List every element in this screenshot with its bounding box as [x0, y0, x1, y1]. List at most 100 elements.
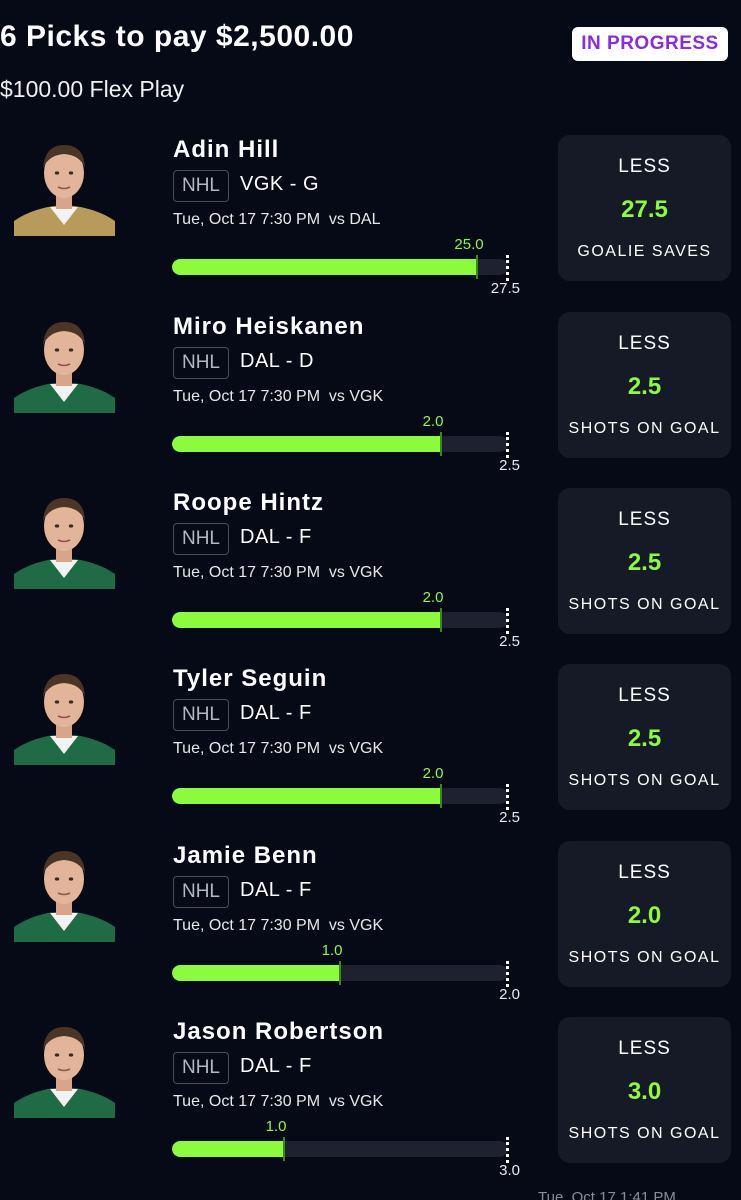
player-avatar	[14, 841, 115, 942]
pick-card[interactable]: LESS 2.5 SHOTS ON GOAL	[558, 312, 731, 458]
progress-fill	[172, 788, 441, 804]
pick-row[interactable]: Adin Hill NHL VGK - G Tue, Oct 17 7:30 P…	[0, 135, 741, 311]
current-value: 2.0	[422, 413, 444, 430]
progress-fill	[172, 965, 340, 981]
league-badge: NHL	[173, 1052, 229, 1084]
player-headshot-icon	[14, 841, 115, 942]
pick-line: 2.0	[627, 902, 662, 929]
status-badge: IN PROGRESS	[572, 27, 728, 61]
pick-stat: SHOTS ON GOAL	[568, 772, 721, 789]
team-position: VGK - G	[240, 173, 320, 195]
team-position: DAL - F	[240, 702, 312, 724]
team-position: DAL - F	[240, 526, 312, 548]
league-badge: NHL	[173, 523, 229, 555]
pick-direction: LESS	[618, 862, 671, 883]
current-value: 1.0	[321, 942, 343, 959]
player-headshot-icon	[14, 664, 115, 765]
player-name: Miro Heiskanen	[173, 313, 365, 340]
pick-stat: SHOTS ON GOAL	[568, 949, 721, 966]
pick-card[interactable]: LESS 2.5 SHOTS ON GOAL	[558, 664, 731, 810]
progress-track	[172, 788, 508, 804]
progress-marker	[440, 784, 442, 808]
progress-track	[172, 259, 508, 275]
pick-stat: SHOTS ON GOAL	[568, 596, 721, 613]
progress-fill	[172, 436, 441, 452]
current-value: 2.0	[422, 589, 444, 606]
game-time: Tue, Oct 17 7:30 PM vs DAL	[173, 211, 381, 228]
pick-direction: LESS	[618, 685, 671, 706]
pick-card[interactable]: LESS 2.0 SHOTS ON GOAL	[558, 841, 731, 987]
player-headshot-icon	[14, 1017, 115, 1118]
target-value: 2.5	[499, 633, 520, 650]
game-time: Tue, Oct 17 7:30 PM vs VGK	[173, 564, 384, 581]
target-line	[506, 432, 509, 458]
pick-direction: LESS	[618, 1038, 671, 1059]
pick-card[interactable]: LESS 2.5 SHOTS ON GOAL	[558, 488, 731, 634]
team-position: DAL - F	[240, 1055, 312, 1077]
league-badge: NHL	[173, 876, 229, 908]
target-line	[506, 784, 509, 810]
target-value: 27.5	[490, 280, 520, 297]
current-value: 25.0	[454, 236, 484, 253]
pick-line: 2.5	[627, 373, 662, 400]
pick-row[interactable]: Tyler Seguin NHL DAL - F Tue, Oct 17 7:3…	[0, 664, 741, 840]
pick-line: 27.5	[621, 196, 668, 223]
team-position: DAL - F	[240, 879, 312, 901]
target-value: 2.5	[499, 457, 520, 474]
page-title: 6 Picks to pay $2,500.00	[0, 20, 354, 53]
progress-marker	[440, 432, 442, 456]
league-badge: NHL	[173, 699, 229, 731]
game-time: Tue, Oct 17 7:30 PM vs VGK	[173, 740, 384, 757]
pick-row[interactable]: Jamie Benn NHL DAL - F Tue, Oct 17 7:30 …	[0, 841, 741, 1017]
player-avatar	[14, 1017, 115, 1118]
current-value: 2.0	[422, 765, 444, 782]
pick-line: 2.5	[627, 725, 662, 752]
footer-timestamp: Tue, Oct 17 1:41 PM	[538, 1189, 676, 1200]
target-line	[506, 608, 509, 634]
game-time: Tue, Oct 17 7:30 PM vs VGK	[173, 388, 384, 405]
pick-stat: GOALIE SAVES	[577, 243, 712, 260]
game-time: Tue, Oct 17 7:30 PM vs VGK	[173, 1093, 384, 1110]
pick-line: 3.0	[627, 1078, 662, 1105]
progress-fill	[172, 259, 477, 275]
progress-track	[172, 612, 508, 628]
player-avatar	[14, 312, 115, 413]
player-avatar	[14, 664, 115, 765]
player-name: Tyler Seguin	[173, 665, 328, 692]
player-headshot-icon	[14, 488, 115, 589]
target-value: 3.0	[499, 1162, 520, 1179]
league-badge: NHL	[173, 347, 229, 379]
target-line	[506, 1137, 509, 1163]
pick-direction: LESS	[618, 509, 671, 530]
pick-line: 2.5	[627, 549, 662, 576]
progress-marker	[283, 1137, 285, 1161]
play-type-subtitle: $100.00 Flex Play	[0, 76, 185, 102]
pick-row[interactable]: Roope Hintz NHL DAL - F Tue, Oct 17 7:30…	[0, 488, 741, 664]
pick-stat: SHOTS ON GOAL	[568, 1125, 721, 1142]
pick-row[interactable]: Jason Robertson NHL DAL - F Tue, Oct 17 …	[0, 1017, 741, 1193]
progress-track	[172, 436, 508, 452]
player-name: Roope Hintz	[173, 489, 324, 516]
pick-direction: LESS	[618, 333, 671, 354]
player-headshot-icon	[14, 135, 115, 236]
player-name: Jamie Benn	[173, 842, 318, 869]
pick-card[interactable]: LESS 3.0 SHOTS ON GOAL	[558, 1017, 731, 1163]
pick-stat: SHOTS ON GOAL	[568, 420, 721, 437]
progress-track	[172, 1141, 508, 1157]
pick-card[interactable]: LESS 27.5 GOALIE SAVES	[558, 135, 731, 281]
target-value: 2.5	[499, 809, 520, 826]
game-time: Tue, Oct 17 7:30 PM vs VGK	[173, 917, 384, 934]
progress-fill	[172, 612, 441, 628]
current-value: 1.0	[265, 1118, 287, 1135]
player-name: Adin Hill	[173, 136, 280, 163]
pick-direction: LESS	[618, 156, 671, 177]
progress-marker	[476, 255, 478, 279]
team-position: DAL - D	[240, 350, 314, 372]
player-avatar	[14, 488, 115, 589]
target-line	[506, 961, 509, 987]
pick-row[interactable]: Miro Heiskanen NHL DAL - D Tue, Oct 17 7…	[0, 312, 741, 488]
progress-marker	[440, 608, 442, 632]
player-name: Jason Robertson	[173, 1018, 385, 1045]
progress-fill	[172, 1141, 284, 1157]
player-avatar	[14, 135, 115, 236]
